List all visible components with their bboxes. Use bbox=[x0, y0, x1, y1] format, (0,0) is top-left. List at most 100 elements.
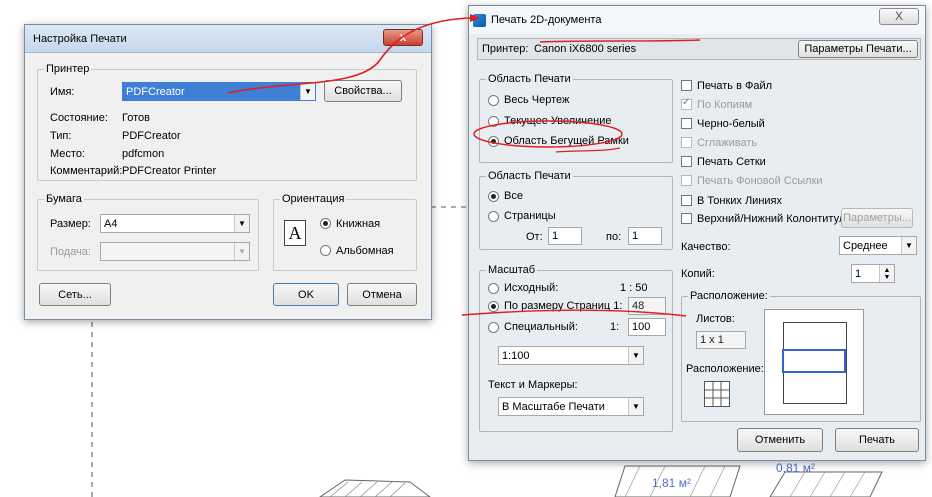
background-ref-label: Печать Фоновой Ссылки bbox=[697, 175, 823, 187]
scale-fit-radio[interactable] bbox=[488, 301, 499, 312]
close-icon[interactable]: x bbox=[383, 29, 423, 46]
check-thin-lines[interactable] bbox=[681, 195, 692, 206]
landscape-label[interactable]: Альбомная bbox=[336, 245, 394, 257]
close-icon[interactable]: X bbox=[879, 8, 919, 25]
pages-all-label[interactable]: Все bbox=[504, 190, 523, 202]
scale-custom-label[interactable]: Специальный: bbox=[504, 321, 578, 333]
paper-size-value: A4 bbox=[104, 217, 118, 230]
type-value: PDFCreator bbox=[122, 130, 181, 142]
black-white-label[interactable]: Черно-белый bbox=[697, 118, 765, 130]
scale-custom-prefix: 1: bbox=[610, 321, 620, 333]
layout-label: Расположение: bbox=[686, 363, 764, 375]
print-params-button[interactable]: Параметры Печати... bbox=[798, 40, 918, 58]
printer-value: Canon iX6800 series bbox=[534, 43, 637, 55]
print-2d-app-icon bbox=[473, 14, 486, 27]
print-area-preview bbox=[782, 349, 846, 373]
page-preview bbox=[782, 322, 847, 404]
check-header-footer[interactable] bbox=[681, 213, 692, 224]
header-footer-label[interactable]: Верхний/Нижний Колонтитул bbox=[697, 213, 845, 225]
print-to-file-label[interactable]: Печать в Файл bbox=[697, 80, 772, 92]
scale-group-label: Масштаб bbox=[486, 264, 538, 276]
scale-custom-value: 100 bbox=[632, 321, 651, 333]
printer-name-value: PDFCreator bbox=[126, 85, 185, 98]
orientation-group-label: Ориентация bbox=[280, 193, 347, 205]
print-2d-dialog: Печать 2D-документа X Принтер: Canon iX6… bbox=[468, 5, 926, 461]
paper-group-label: Бумага bbox=[44, 193, 84, 205]
chevron-down-icon[interactable]: ▼ bbox=[628, 347, 643, 364]
pages-range-label[interactable]: Страницы bbox=[504, 210, 556, 222]
print-button[interactable]: Печать bbox=[835, 428, 919, 452]
header-params-button[interactable]: Параметры... bbox=[841, 208, 913, 228]
print-grid-label[interactable]: Печать Сетки bbox=[697, 156, 766, 168]
scale-fit-input[interactable]: 48 bbox=[628, 297, 666, 315]
cancel-print-button[interactable]: Отменить bbox=[737, 428, 823, 452]
pages-all-radio[interactable] bbox=[488, 191, 499, 202]
copies-input[interactable]: 1 ▲ ▼ bbox=[851, 264, 895, 283]
area-zoom-label[interactable]: Текущее Увеличение bbox=[504, 115, 611, 127]
area-whole-radio[interactable] bbox=[488, 95, 499, 106]
portrait-radio[interactable] bbox=[320, 218, 331, 229]
print-setup-titlebar: Настройка Печати x bbox=[25, 25, 431, 53]
landscape-radio[interactable] bbox=[320, 245, 331, 256]
scale-custom-radio[interactable] bbox=[488, 322, 499, 333]
source-label: Подача: bbox=[50, 246, 91, 258]
text-markers-select[interactable]: В Масштабе Печати ▼ bbox=[498, 397, 644, 416]
area-label-1: 1,81 м² bbox=[652, 476, 691, 490]
chevron-down-icon[interactable]: ▼ bbox=[234, 215, 249, 232]
check-background-ref[interactable] bbox=[681, 175, 692, 186]
printer-name-select[interactable]: PDFCreator ▼ bbox=[122, 82, 316, 101]
ok-button[interactable]: OK bbox=[273, 283, 339, 306]
quality-value: Среднее bbox=[843, 239, 888, 252]
layout-anchor-icon[interactable] bbox=[704, 381, 730, 407]
scale-custom-input[interactable]: 100 bbox=[628, 318, 666, 336]
status-label: Состояние: bbox=[50, 112, 108, 124]
cancel-button[interactable]: Отмена bbox=[347, 283, 417, 306]
properties-button[interactable]: Свойства... bbox=[324, 80, 402, 102]
area-whole-label[interactable]: Весь Чертеж bbox=[504, 94, 569, 106]
to-input[interactable]: 1 bbox=[628, 227, 662, 245]
check-collate[interactable] bbox=[681, 97, 692, 110]
size-label: Размер: bbox=[50, 218, 91, 230]
from-value: 1 bbox=[552, 230, 559, 242]
scale-original-radio[interactable] bbox=[488, 283, 499, 294]
check-print-to-file[interactable] bbox=[681, 80, 692, 91]
anchor-grid-icon bbox=[704, 381, 730, 407]
portrait-label[interactable]: Книжная bbox=[336, 218, 380, 230]
print-area-group-label: Область Печати bbox=[486, 73, 573, 85]
scale-original-label[interactable]: Исходный: bbox=[504, 282, 558, 294]
scale-group: Масштаб Исходный: 1 : 50 По размеру Стра… bbox=[479, 264, 673, 432]
area-zoom-radio[interactable] bbox=[488, 116, 499, 127]
quality-select[interactable]: Среднее ▼ bbox=[839, 236, 917, 255]
chevron-down-icon[interactable]: ▼ bbox=[300, 83, 315, 100]
scale-fit-label[interactable]: По размеру Страниц 1: bbox=[504, 300, 622, 312]
pages-group: Область Печати Все Страницы От: 1 по: 1 bbox=[479, 170, 673, 250]
print-2d-title: Печать 2D-документа bbox=[491, 14, 602, 26]
spinner-icon[interactable]: ▲ ▼ bbox=[879, 265, 894, 282]
to-label: по: bbox=[606, 231, 622, 243]
sheets-value: 1 x 1 bbox=[700, 334, 724, 346]
sheets-value-box: 1 x 1 bbox=[696, 331, 746, 349]
chevron-down-icon[interactable]: ▼ bbox=[234, 243, 249, 260]
from-label: От: bbox=[526, 231, 543, 243]
area-marquee-label[interactable]: Область Бегущей Рамки bbox=[504, 135, 629, 147]
layout-group: Расположение: Листов: 1 x 1 Расположение… bbox=[681, 290, 921, 422]
from-input[interactable]: 1 bbox=[548, 227, 582, 245]
area-marquee-radio[interactable] bbox=[488, 136, 499, 147]
chevron-down-icon[interactable]: ▼ bbox=[901, 237, 916, 254]
thin-lines-label[interactable]: В Тонких Линиях bbox=[697, 195, 782, 207]
to-value: 1 bbox=[632, 230, 639, 242]
chevron-down-icon[interactable]: ▼ bbox=[628, 398, 643, 415]
check-smooth[interactable] bbox=[681, 137, 692, 148]
network-button[interactable]: Сеть... bbox=[39, 283, 111, 306]
paper-group: Бумага Размер: A4 ▼ Подача: ▼ bbox=[37, 193, 259, 271]
paper-source-select[interactable]: ▼ bbox=[100, 242, 250, 261]
paper-size-select[interactable]: A4 ▼ bbox=[100, 214, 250, 233]
check-print-grid[interactable] bbox=[681, 156, 692, 167]
printer-row: Принтер: Canon iX6800 series Параметры П… bbox=[477, 38, 921, 60]
printer-group-label: Принтер bbox=[44, 63, 92, 75]
pages-range-radio[interactable] bbox=[488, 211, 499, 222]
layout-group-label: Расположение: bbox=[688, 290, 770, 302]
scale-combo[interactable]: 1:100 ▼ bbox=[498, 346, 644, 365]
page-orientation-icon: A bbox=[284, 220, 306, 246]
check-black-white[interactable] bbox=[681, 118, 692, 129]
